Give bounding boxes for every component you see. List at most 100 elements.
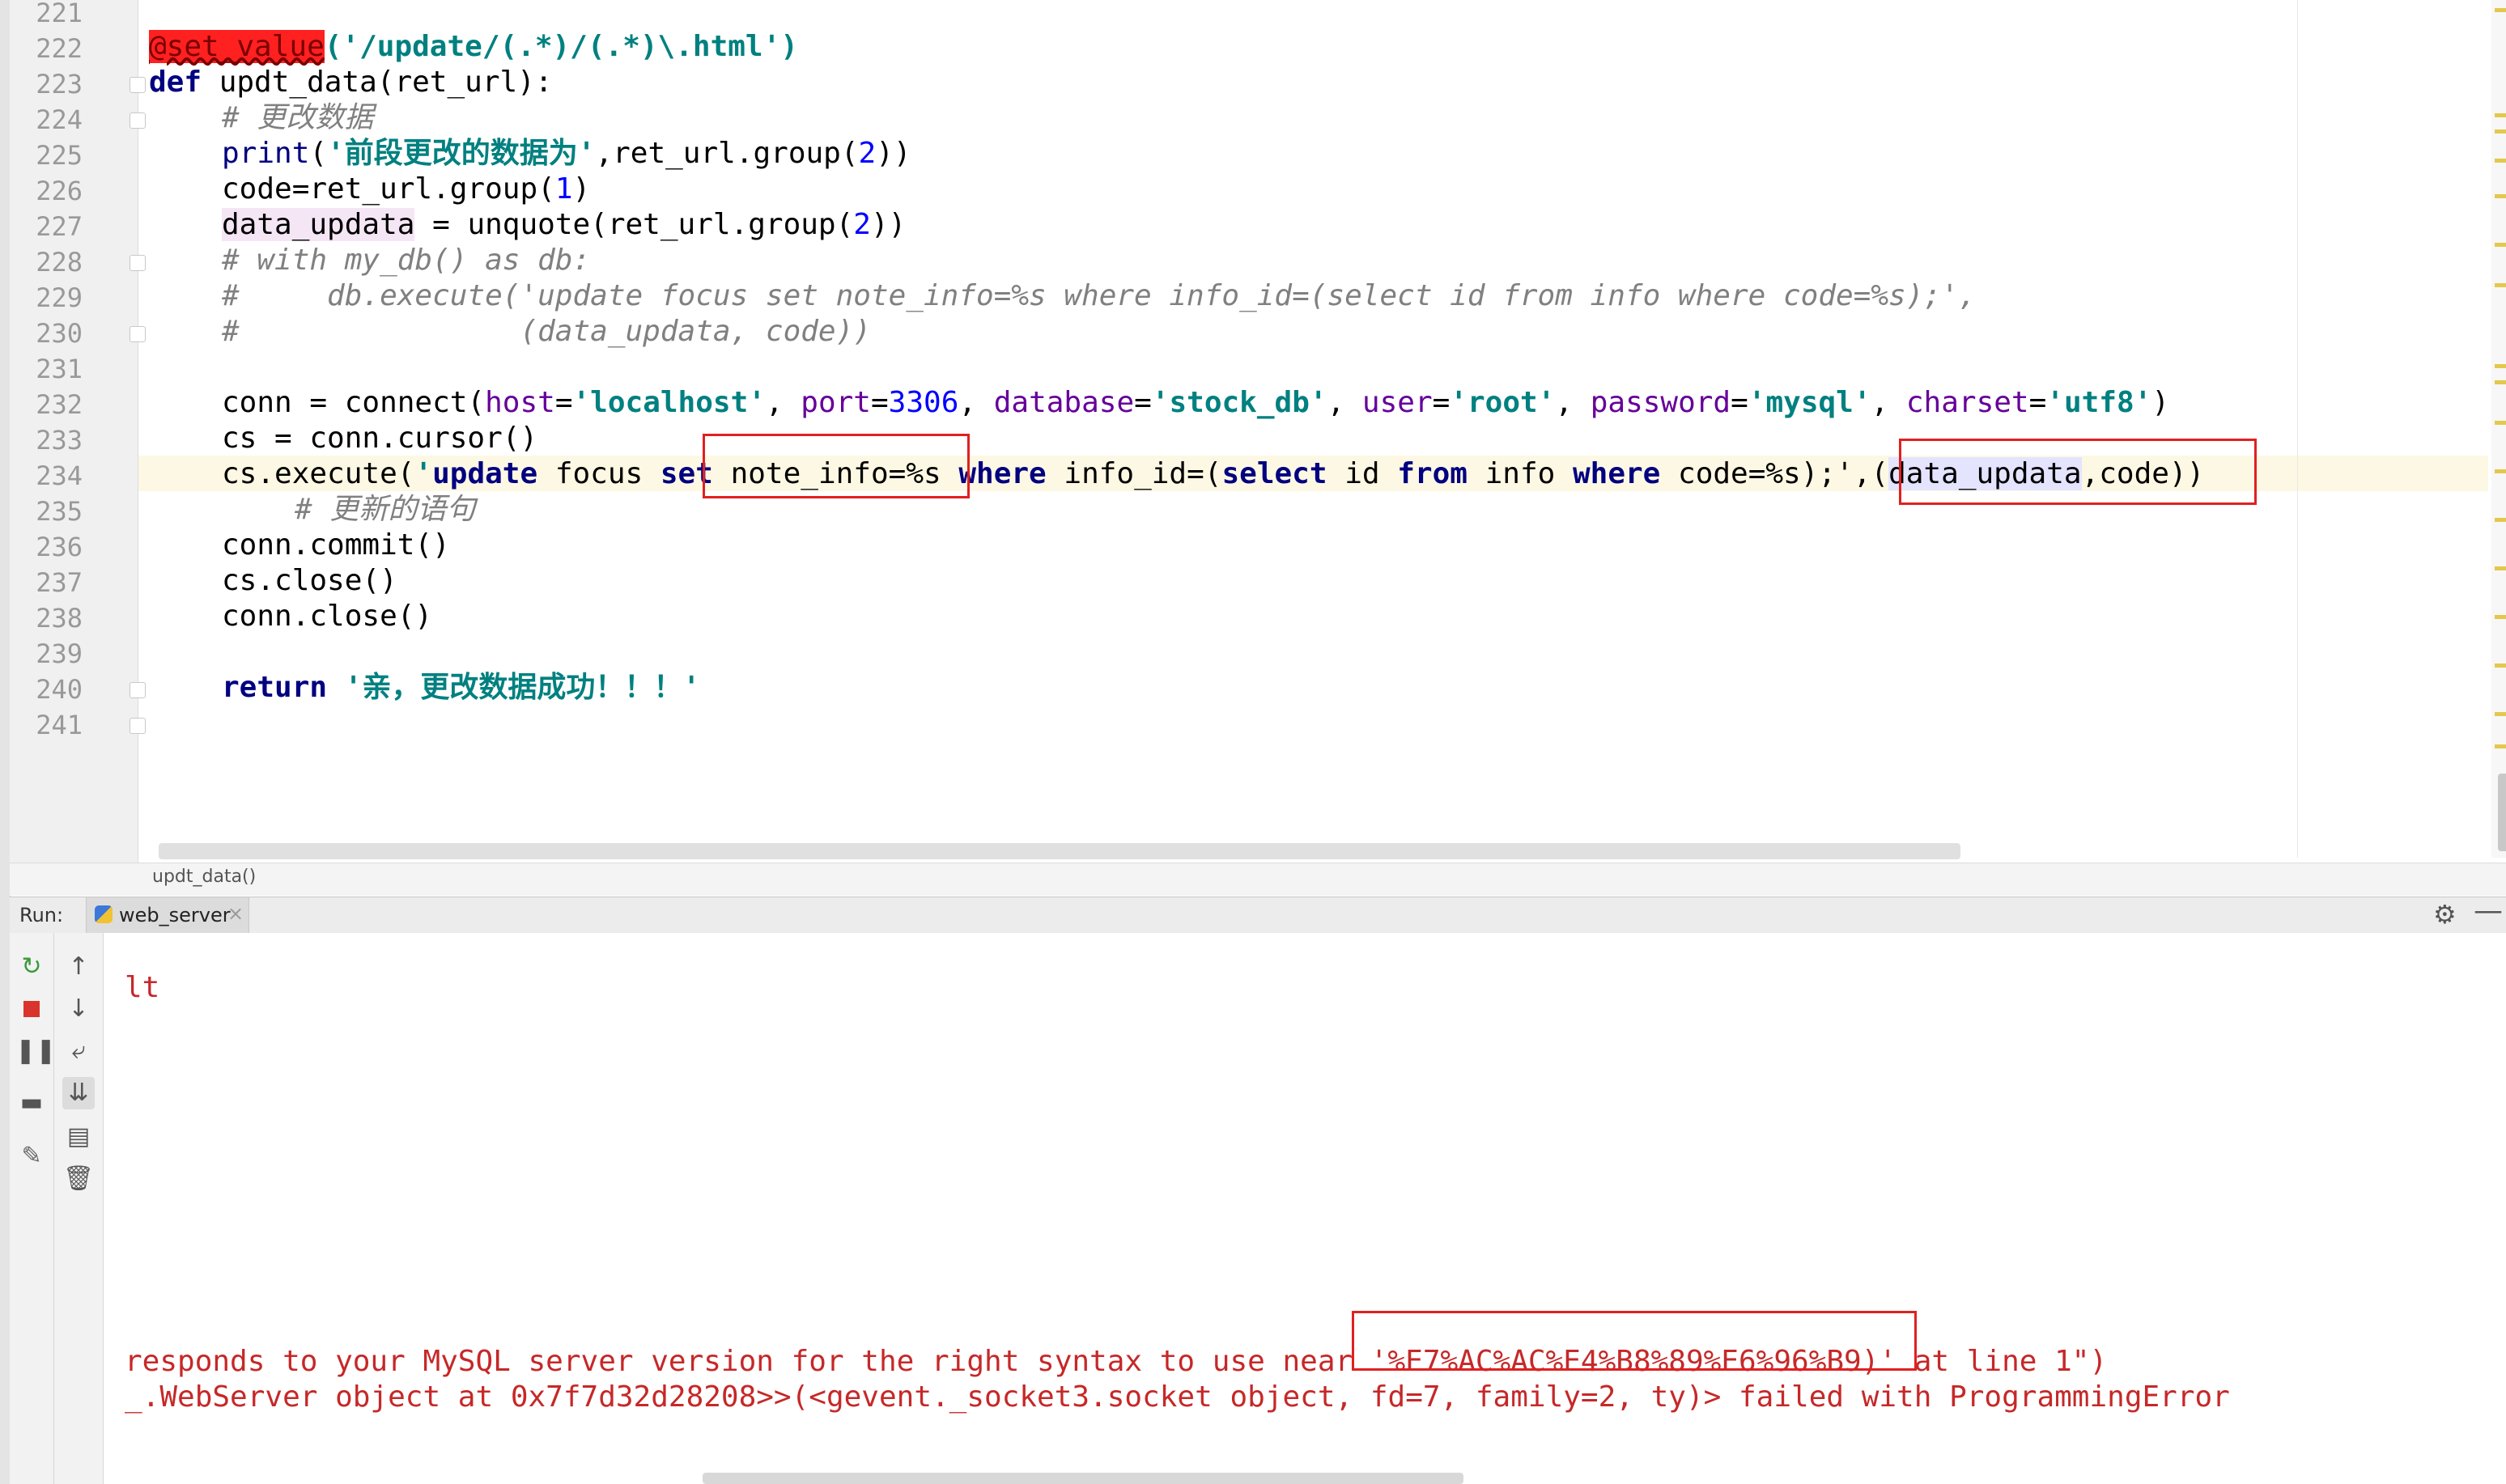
decorator-args: ('/update/(.*)/(.*)\.html') bbox=[324, 30, 798, 63]
code-text: ) bbox=[572, 172, 591, 206]
code-editor[interactable]: 221 222 223 224 225 226 227 228 229 230 … bbox=[10, 0, 2506, 863]
builtin-function: print bbox=[222, 137, 310, 170]
keyword: return bbox=[222, 671, 328, 704]
code-area[interactable]: @set_value('/update/(.*)/(.*)\.html') de… bbox=[149, 0, 2302, 842]
code-text: code=ret_url.group( bbox=[222, 172, 555, 206]
stripe-marker[interactable] bbox=[2495, 380, 2506, 384]
code-text: )) bbox=[876, 137, 911, 170]
param-name: host bbox=[485, 386, 555, 419]
print-icon[interactable]: ▤ bbox=[62, 1121, 95, 1153]
pause-icon[interactable]: ❚❚ bbox=[15, 1035, 56, 1067]
param-name: user bbox=[1361, 386, 1433, 419]
comment: # 更改数据 bbox=[222, 101, 374, 134]
console-output[interactable]: lt responds to your MySQL server version… bbox=[104, 933, 2506, 1484]
code-line-226: code=ret_url.group(1) bbox=[222, 172, 590, 207]
fold-marker[interactable] bbox=[130, 77, 146, 93]
comment: # (data_updata, code)) bbox=[222, 315, 871, 348]
stripe-marker[interactable] bbox=[2495, 712, 2506, 716]
trash-icon[interactable]: 🗑 bbox=[62, 1163, 95, 1195]
stripe-marker[interactable] bbox=[2495, 159, 2506, 163]
code-text: code=%s);' bbox=[1660, 457, 1854, 490]
code-line-228: # with my_db() as db: bbox=[222, 243, 590, 278]
code-text: = unquote(ret_url.group( bbox=[414, 208, 854, 241]
string-literal: '前段更改的数据为' bbox=[327, 137, 596, 170]
line-number-gutter: 221 222 223 224 225 226 227 228 229 230 … bbox=[10, 0, 138, 863]
code-line-233: cs = conn.cursor() bbox=[222, 422, 538, 455]
stripe-marker[interactable] bbox=[2495, 8, 2506, 12]
rerun-icon[interactable]: ↻ bbox=[15, 951, 48, 983]
annotation-box-note-info bbox=[703, 434, 970, 498]
code-line-236: conn.commit() bbox=[222, 528, 450, 562]
stripe-marker[interactable] bbox=[2495, 364, 2506, 368]
run-panel-header: Run: web_server × ⚙ — bbox=[10, 894, 2506, 934]
stripe-marker[interactable] bbox=[2495, 744, 2506, 748]
console-horizontal-scrollbar[interactable] bbox=[703, 1473, 1463, 1484]
code-line-232: conn = connect(host='localhost', port=33… bbox=[222, 385, 2169, 421]
code-line-235: # 更新的语句 bbox=[295, 492, 475, 528]
line-number: 227 bbox=[36, 211, 83, 242]
up-arrow-icon[interactable]: ↑ bbox=[62, 951, 95, 983]
line-number: 241 bbox=[36, 710, 83, 740]
code-text: , bbox=[765, 386, 801, 419]
annotation-box-args bbox=[1899, 439, 2257, 505]
fold-marker[interactable] bbox=[130, 682, 146, 698]
stripe-marker[interactable] bbox=[2495, 283, 2506, 287]
run-tab-label: web_server bbox=[119, 904, 231, 926]
pin-icon[interactable]: ✎ bbox=[15, 1140, 48, 1172]
gear-icon[interactable]: ⚙ bbox=[2433, 899, 2457, 930]
stripe-marker[interactable] bbox=[2495, 518, 2506, 522]
string-literal: 'utf8' bbox=[2046, 386, 2152, 419]
run-tab-web-server[interactable]: web_server × bbox=[86, 897, 249, 933]
stripe-marker[interactable] bbox=[2495, 194, 2506, 198]
stripe-marker[interactable] bbox=[2495, 243, 2506, 247]
soft-wrap-icon[interactable]: ⤶ bbox=[62, 1035, 95, 1067]
code-text: focus bbox=[537, 457, 660, 490]
fold-marker[interactable] bbox=[130, 718, 146, 734]
line-number: 221 bbox=[36, 0, 83, 28]
stripe-marker[interactable] bbox=[2495, 129, 2506, 134]
keyword: def bbox=[149, 66, 202, 99]
fold-marker[interactable] bbox=[130, 326, 146, 342]
scroll-to-end-icon[interactable]: ⇊ bbox=[62, 1077, 95, 1109]
string-literal: 'root' bbox=[1450, 386, 1556, 419]
code-text: ,( bbox=[1853, 457, 1889, 490]
line-number: 239 bbox=[36, 638, 83, 669]
stripe-marker[interactable] bbox=[2495, 664, 2506, 668]
fold-marker[interactable] bbox=[130, 255, 146, 271]
string-literal: 'localhost' bbox=[572, 386, 766, 419]
stripe-marker[interactable] bbox=[2495, 566, 2506, 570]
code-text: = bbox=[1432, 386, 1451, 419]
param-name: password bbox=[1590, 386, 1731, 419]
breadcrumb-bar: updt_data() bbox=[10, 863, 2506, 896]
close-icon[interactable]: × bbox=[227, 902, 244, 925]
stripe-marker[interactable] bbox=[2495, 421, 2506, 425]
layout-icon[interactable]: ▬ bbox=[15, 1087, 48, 1119]
minimize-icon[interactable]: — bbox=[2474, 894, 2503, 927]
vertical-scrollbar-thumb[interactable] bbox=[2498, 774, 2506, 851]
code-line-240: return '亲，更改数据成功！！！' bbox=[222, 670, 700, 706]
line-number: 228 bbox=[36, 247, 83, 278]
code-line-229: # db.execute('update focus set note_info… bbox=[222, 278, 1976, 314]
breadcrumb[interactable]: updt_data() bbox=[152, 867, 256, 887]
fold-marker[interactable] bbox=[130, 112, 146, 129]
horizontal-scrollbar[interactable] bbox=[159, 843, 1960, 859]
down-arrow-icon[interactable]: ↓ bbox=[62, 993, 95, 1025]
line-number: 223 bbox=[36, 69, 83, 100]
comment: # db.execute('update focus set note_info… bbox=[222, 279, 1977, 312]
code-text: = bbox=[870, 386, 889, 419]
code-line-227: data_updata = unquote(ret_url.group(2)) bbox=[222, 207, 906, 243]
string-literal: 'mysql' bbox=[1748, 386, 1871, 419]
decorator: @set_value bbox=[149, 30, 325, 63]
stripe-marker[interactable] bbox=[2495, 615, 2506, 619]
string-literal: 'stock_db' bbox=[1151, 386, 1327, 419]
code-text: , bbox=[1555, 386, 1591, 419]
string-literal: '亲，更改数据成功！！！' bbox=[344, 671, 701, 704]
code-text: cs.execute( bbox=[222, 457, 415, 490]
error-stripe[interactable] bbox=[2491, 0, 2506, 858]
sql-keyword: update bbox=[432, 457, 538, 490]
stop-icon[interactable] bbox=[15, 993, 48, 1025]
stripe-marker[interactable] bbox=[2495, 113, 2506, 117]
stripe-marker[interactable] bbox=[2495, 469, 2506, 473]
code-text: updt_data(ret_url): bbox=[202, 66, 553, 99]
comment: # with my_db() as db: bbox=[222, 244, 591, 277]
